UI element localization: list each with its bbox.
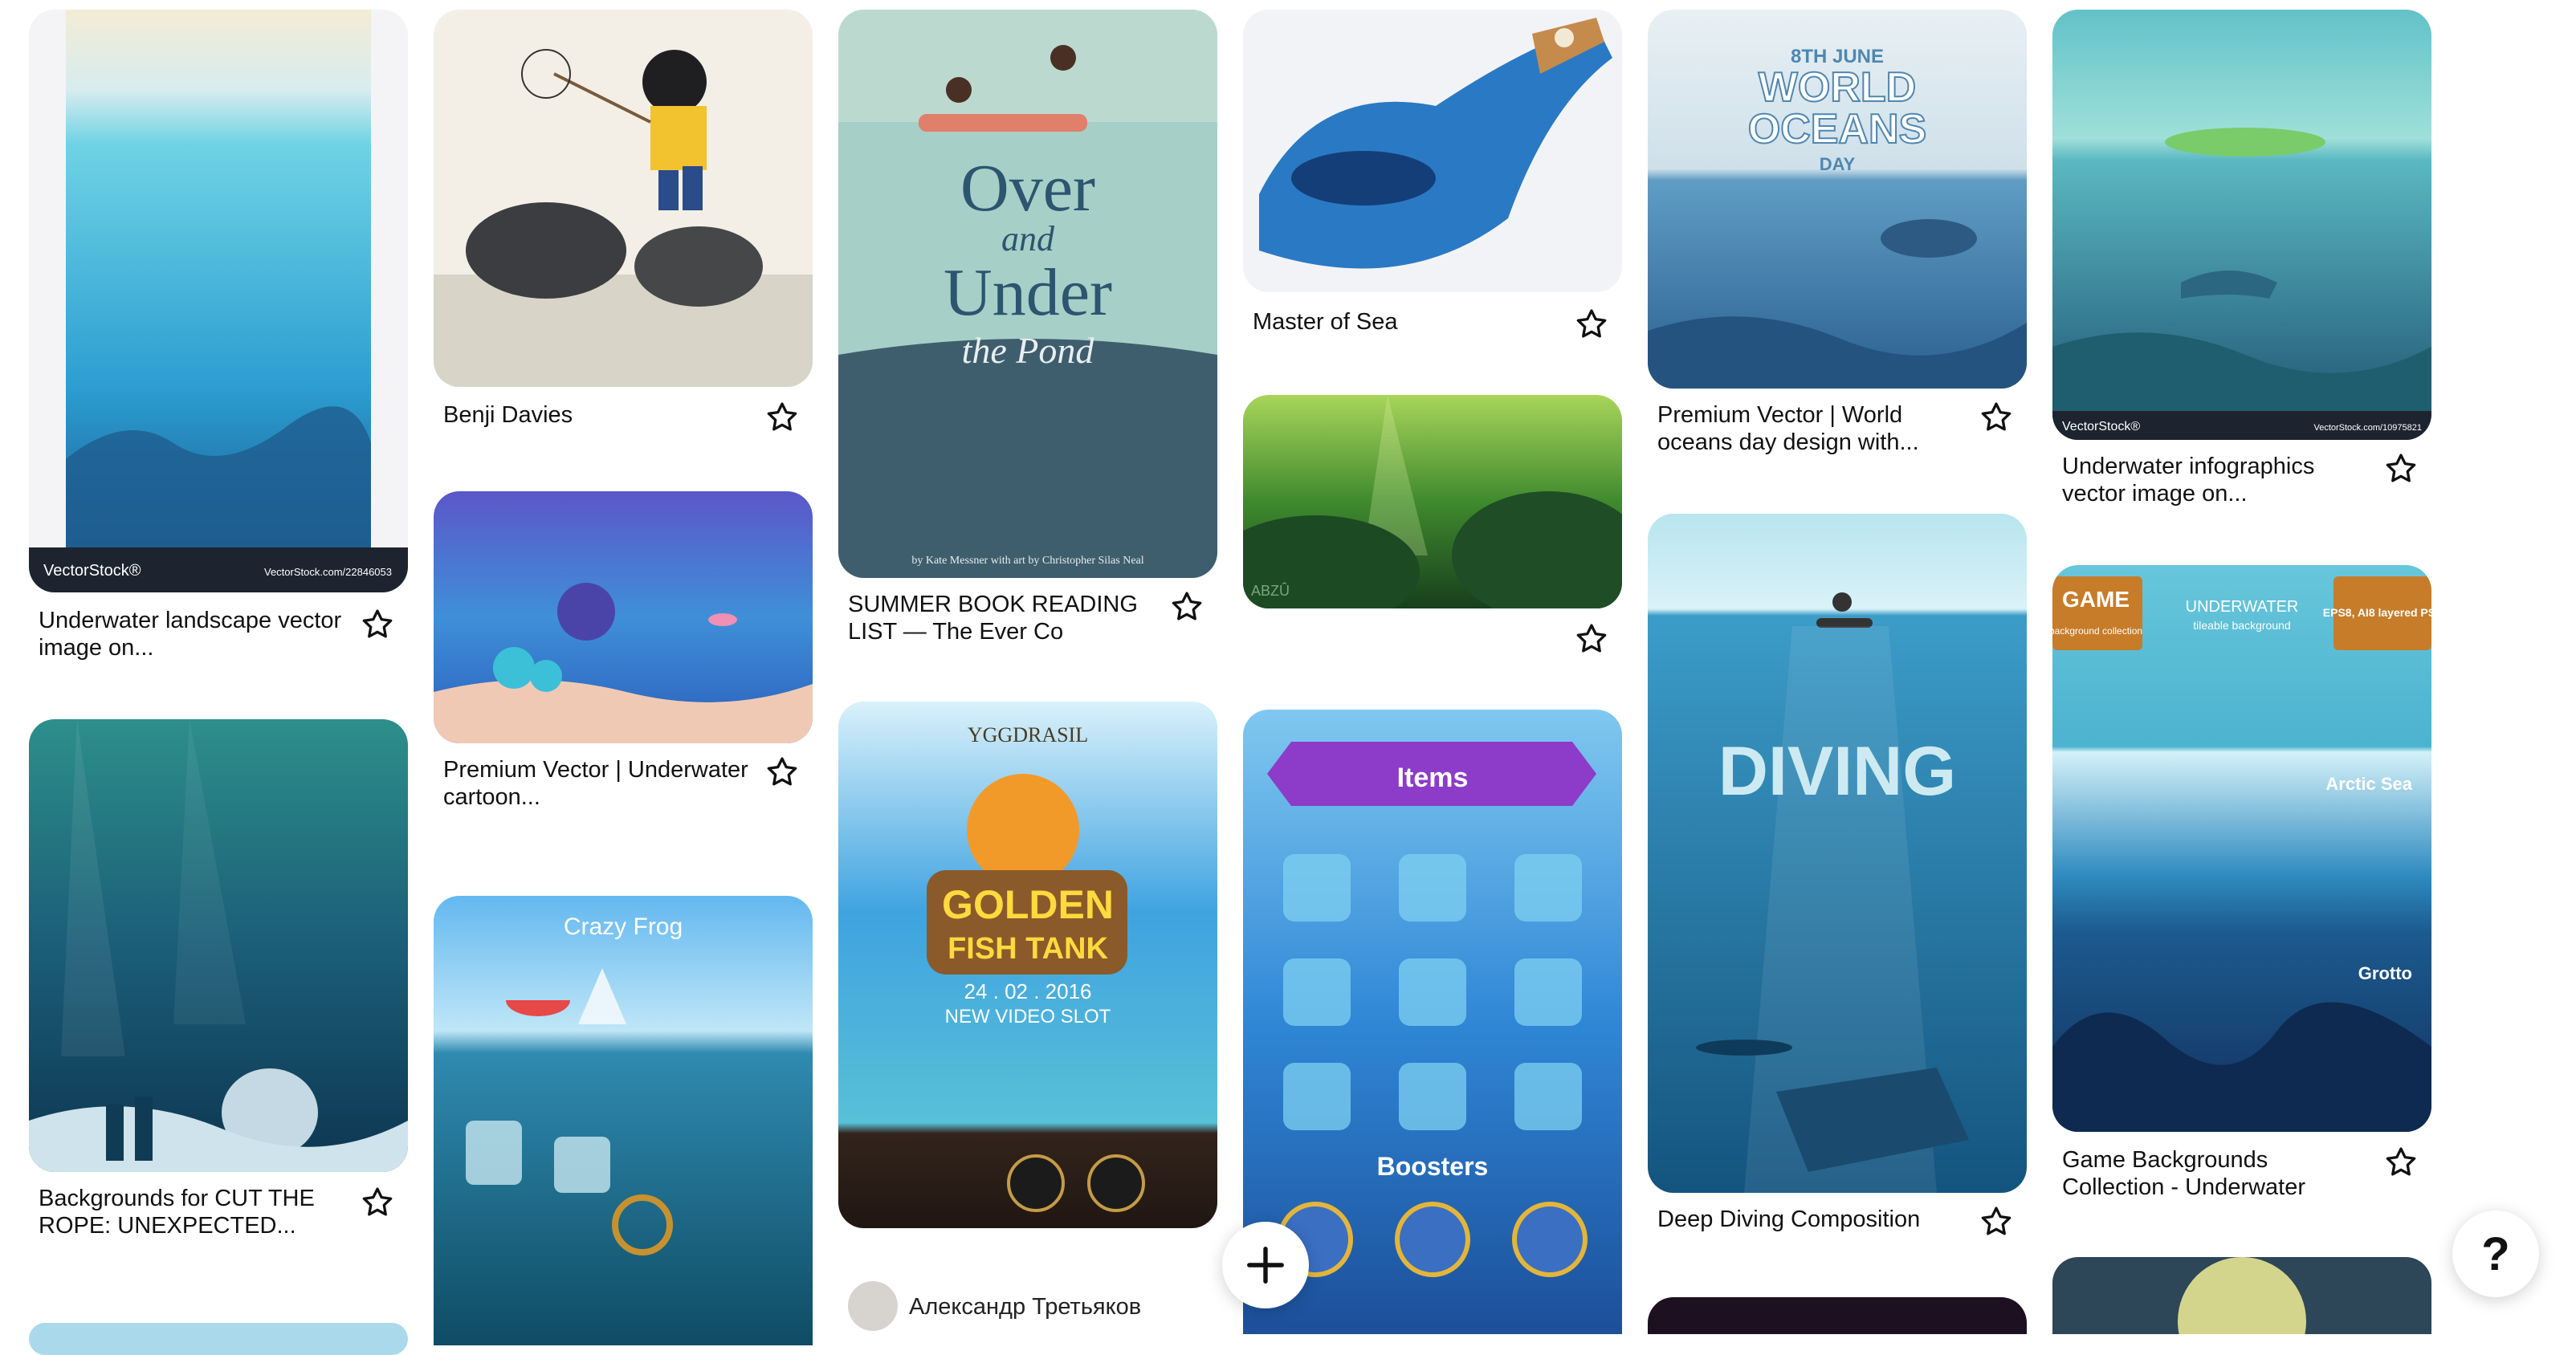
author-name[interactable]: Александр Третьяков: [909, 1294, 1141, 1320]
pin-title[interactable]: SUMMER BOOK READING LIST — The Ever Co: [848, 591, 1161, 645]
pin-title[interactable]: Premium Vector | Underwater cartoon...: [443, 756, 756, 811]
watermark-text: VectorStock®: [43, 562, 141, 580]
pin-title[interactable]: Backgrounds for CUT THE ROPE: UNEXPECTED…: [39, 1185, 352, 1239]
pin-title[interactable]: Benji Davies: [443, 401, 756, 429]
book-title-pond: the Pond: [962, 330, 1095, 371]
label-bg: background collection: [2052, 625, 2142, 637]
star-outline-icon[interactable]: [360, 1185, 395, 1220]
pin-image[interactable]: VectorStock® VectorStock.com/10975821: [2052, 10, 2431, 440]
pin-image[interactable]: [1648, 1297, 2027, 1334]
question-icon: ?: [2481, 1227, 2510, 1280]
poster-oceans: OCEANS: [1748, 106, 1926, 153]
pin-image[interactable]: Over and Under the Pond by Kate Messner …: [838, 10, 1217, 578]
book-title-over: Over: [960, 151, 1095, 226]
pin-image[interactable]: [29, 1323, 408, 1355]
pin-image[interactable]: [1243, 10, 1622, 292]
section-grotto: Grotto: [2358, 963, 2412, 983]
section-arctic: Arctic Sea: [2325, 774, 2412, 794]
star-outline-icon[interactable]: [1169, 589, 1204, 625]
game-title-fishtank: FISH TANK: [948, 932, 1108, 966]
boosters-label: Boosters: [1377, 1152, 1489, 1181]
star-outline-icon[interactable]: [1574, 621, 1609, 657]
pin-title[interactable]: Underwater infographics vector image on.…: [2062, 453, 2375, 507]
avatar[interactable]: [848, 1281, 898, 1331]
watermark-id: VectorStock.com/22846053: [264, 566, 392, 578]
watermark-text: VectorStock®: [2062, 420, 2140, 433]
brand-text: YGGDRASIL: [968, 723, 1088, 747]
star-outline-icon[interactable]: [1979, 1204, 2014, 1239]
plus-icon: [1247, 1247, 1284, 1284]
pin-image[interactable]: 8TH JUNE WORLD OCEANS DAY: [1648, 10, 2027, 389]
pin-title[interactable]: Game Backgrounds Collection - Underwater: [2062, 1146, 2375, 1201]
watermark-text: ABZÛ: [1251, 582, 1290, 599]
pin-image[interactable]: ABZÛ: [1243, 395, 1622, 608]
label-underwater: UNDERWATER: [2186, 598, 2299, 616]
pin-image[interactable]: GAME background collection EPS8, AI8 lay…: [2052, 565, 2431, 1132]
pin-image[interactable]: DIVING: [1648, 514, 2027, 1193]
pin-image[interactable]: [2052, 1257, 2431, 1334]
star-outline-icon[interactable]: [1574, 307, 1609, 342]
pin-image[interactable]: YGGDRASIL GOLDEN FISH TANK 24 . 02 . 201…: [838, 702, 1217, 1228]
add-button[interactable]: [1222, 1222, 1309, 1308]
pin-title[interactable]: Master of Sea: [1253, 308, 1566, 336]
star-outline-icon[interactable]: [360, 607, 395, 642]
pin-title[interactable]: Underwater landscape vector image on...: [39, 607, 352, 661]
star-outline-icon[interactable]: [2383, 451, 2419, 486]
pin-image[interactable]: Crazy Frog: [434, 896, 813, 1345]
star-outline-icon[interactable]: [764, 755, 800, 790]
book-title-under: Under: [944, 255, 1112, 330]
release-date: 24 . 02 . 2016: [964, 979, 1091, 1003]
poster-world: WORLD: [1759, 64, 1916, 111]
poster-day: DAY: [1820, 154, 1856, 174]
pin-image[interactable]: VectorStock® VectorStock.com/22846053: [29, 10, 408, 592]
label-format: EPS8, AI8 layered PSD: [2323, 606, 2431, 619]
image-heading: Crazy Frog: [564, 914, 683, 940]
banner-label: Items: [1397, 763, 1469, 793]
label-game: GAME: [2062, 587, 2130, 612]
game-title-golden: GOLDEN: [942, 882, 1114, 927]
pin-image[interactable]: [434, 10, 813, 387]
release-label: NEW VIDEO SLOT: [945, 1006, 1111, 1027]
book-credit: by Kate Messner with art by Christopher …: [911, 555, 1143, 567]
star-outline-icon[interactable]: [1979, 400, 2014, 435]
label-tileable: tileable background: [2193, 619, 2290, 632]
pin-image[interactable]: [434, 491, 813, 743]
help-button[interactable]: ?: [2452, 1211, 2539, 1297]
star-outline-icon[interactable]: [2383, 1145, 2419, 1180]
pin-image[interactable]: [29, 719, 408, 1172]
pin-title[interactable]: Premium Vector | World oceans day design…: [1657, 401, 1971, 456]
watermark-id: VectorStock.com/10975821: [2313, 423, 2422, 433]
pin-title[interactable]: Deep Diving Composition: [1657, 1206, 1971, 1233]
poster-title: DIVING: [1718, 733, 1956, 810]
book-title-and: and: [1001, 219, 1055, 258]
star-outline-icon[interactable]: [764, 400, 800, 435]
